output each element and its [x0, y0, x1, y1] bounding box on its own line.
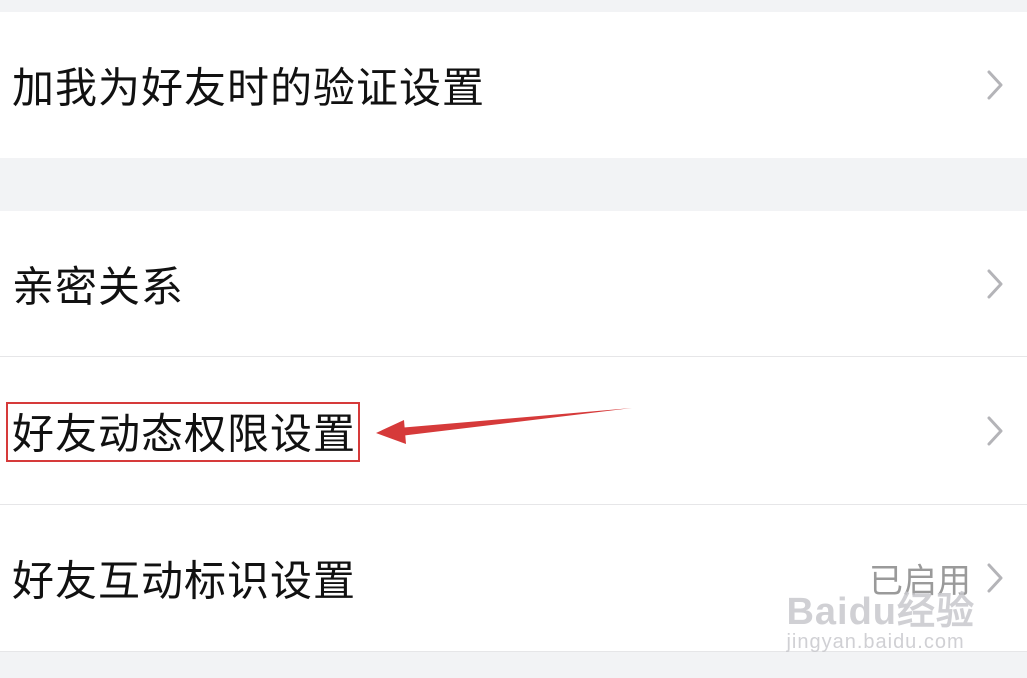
- settings-row-label: 加我为好友时的验证设置: [12, 63, 486, 113]
- settings-page: 加我为好友时的验证设置 亲密关系 好友动态权限设置 好友互动标识设置 已启用 B…: [0, 0, 1027, 678]
- settings-row-label: 亲密关系: [12, 262, 185, 311]
- chevron-right-icon: [987, 269, 1003, 298]
- chevron-right-icon: [987, 416, 1003, 445]
- settings-row-verification[interactable]: 加我为好友时的验证设置: [0, 12, 1027, 158]
- watermark-main-text: Baidu经验: [786, 591, 975, 633]
- watermark-logo: Baidu经验 jingyan.baidu.com: [786, 580, 975, 654]
- settings-row-label: 好友互动标识设置: [12, 556, 357, 606]
- watermark-sub-text: jingyan.baidu.com: [786, 631, 965, 653]
- annotation-highlight-box: [6, 402, 360, 462]
- settings-row-intimate-relationship[interactable]: 亲密关系: [0, 211, 1027, 356]
- chevron-right-icon: [987, 563, 1003, 593]
- chevron-right-icon: [987, 70, 1003, 100]
